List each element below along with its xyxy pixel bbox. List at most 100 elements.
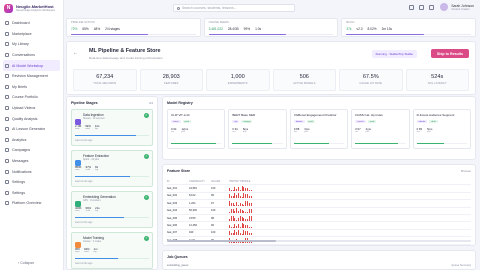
sparkline — [229, 186, 471, 192]
summary-value: 1.0s — [255, 27, 262, 31]
table-cell: 24,581 — [189, 187, 197, 191]
model-metrics: 0.91 acc 8ms p95 — [232, 127, 282, 133]
table-row[interactable]: feat_001 24,581 100 — [167, 185, 471, 193]
sliders-icon — [5, 190, 9, 195]
stage-progress-fill — [75, 258, 118, 260]
model-bar-fill — [232, 142, 272, 144]
stages-title: Pipeline Stages — [71, 101, 98, 105]
feature-store-title: Feature Store — [167, 169, 191, 173]
summary-values: 37k v2.3 8.02% 2m 13s — [346, 27, 471, 31]
history-sparkline — [229, 193, 471, 199]
sidebar-item[interactable]: Marketplace — [3, 29, 60, 40]
kpi-value: 28,903 — [162, 74, 180, 80]
spark-icon — [5, 127, 9, 132]
stage-footer: Last run 4m ago — [75, 180, 93, 183]
sidebar-item[interactable]: Dashboard — [3, 18, 60, 29]
sidebar-item[interactable]: Messages — [3, 156, 60, 167]
model-bar-fill — [293, 142, 330, 144]
summary-value: 72% — [71, 27, 78, 31]
model-card[interactable]: FAISS Cat. Hp Index search prod 0.97 rec 2ms p… — [351, 109, 410, 149]
model-tag: prod — [306, 120, 315, 124]
sidebar-item[interactable]: Platform Overview — [3, 198, 60, 209]
table-row[interactable]: feat_004 56,330 100 — [167, 208, 471, 215]
user-menu[interactable]: Sarah Johnson Content Creator — [440, 3, 474, 11]
spark-bar — [250, 233, 252, 236]
model-card[interactable]: BERT Base NER nlp staging 0.91 acc 8ms p95 — [228, 109, 287, 149]
search-input[interactable]: Search courses, students, lessons... — [173, 4, 295, 12]
sidebar-item-label: Analytics — [12, 137, 27, 142]
table-cell: 100 — [211, 231, 216, 235]
pipeline-stage[interactable]: Feature Extraction Spark · 24 jobs ✓ 850K ro… — [71, 150, 153, 187]
kpi-card: 67,234 TOTAL RECORDS — [73, 69, 137, 91]
model-metric: 8ms p95 — [242, 127, 249, 134]
sidebar-item[interactable]: My Library — [3, 39, 60, 50]
model-card[interactable]: XGBoost Engagement Predictor tabular prod 0… — [289, 109, 349, 149]
column-header[interactable]: CARDINALITY — [189, 180, 211, 183]
check-icon: ✓ — [144, 236, 149, 241]
stage-sub: Stream · 12 sources — [83, 117, 105, 120]
sidebar-item[interactable]: Upload Videos — [3, 103, 60, 114]
kpi-card: 524s AVG LATENCY — [405, 69, 469, 91]
sidebar-item[interactable]: Settings — [3, 188, 60, 199]
sidebar-item[interactable]: Revision Management — [3, 71, 60, 82]
pipeline-stage[interactable]: Embedding Generation GPU · 8 workers ✓ 420K… — [71, 191, 153, 228]
horizontal-scrollbar[interactable] — [167, 240, 471, 242]
pipeline-stage[interactable]: Data Ingestion Stream · 12 sources ✓ 2.1M ro… — [71, 109, 153, 146]
table-row[interactable]: feat_007 940 100 — [167, 230, 471, 238]
sidebar-item[interactable]: Quality Analysis — [3, 113, 60, 124]
mail-icon — [5, 159, 9, 164]
collapse-button[interactable]: ‹ Collapse — [18, 261, 34, 265]
stage-metric: 99% valid — [85, 124, 91, 130]
check-icon — [5, 116, 9, 121]
summary-value: 37k — [346, 27, 352, 31]
sidebar-item[interactable]: Notifications — [3, 166, 60, 177]
stage-metric: 97% valid — [85, 165, 92, 171]
model-tag: draft — [429, 120, 438, 124]
grid-icon[interactable] — [409, 5, 414, 10]
status-badge[interactable]: Running · Stable/Top Stable — [371, 50, 417, 58]
spark-bar — [250, 190, 252, 192]
summary-value: 28.4GB — [227, 27, 239, 31]
stage-metric-label: valid — [85, 169, 91, 171]
sidebar-item[interactable]: Settings — [3, 177, 60, 188]
kpi-label: ACTIVE MODELS — [293, 82, 316, 85]
search-icon — [176, 7, 180, 10]
model-card[interactable]: R-Forest Audience Segment tabular draft 0.8… — [412, 109, 472, 149]
column-header[interactable]: VALUES — [211, 180, 229, 183]
back-button[interactable]: ← — [73, 50, 78, 56]
queue-summary-link[interactable]: Queue Summary — [451, 264, 471, 267]
sidebar-item[interactable]: Campaigns — [3, 145, 60, 156]
model-card[interactable]: CLIP ViT-L/14 vision prod 0.94 acc 12ms p95 — [167, 109, 226, 149]
table-cell: feat_007 — [167, 231, 178, 235]
summary-bar — [346, 34, 472, 36]
table-row[interactable]: feat_006 12,456 96 — [167, 222, 471, 230]
column-header[interactable]: HISTORY PROFILE — [229, 180, 471, 183]
scrollbar-thumb[interactable] — [167, 240, 277, 242]
sidebar-item[interactable]: AI Model Workshop — [3, 60, 60, 71]
table-row[interactable]: feat_005 3,879 98 — [167, 215, 471, 223]
sidebar-item[interactable]: Course Portfolio — [3, 92, 60, 103]
sidebar-item[interactable]: AI Lesson Generator — [3, 124, 60, 135]
column-header[interactable]: ID — [167, 180, 189, 183]
store-icon — [5, 31, 9, 36]
sidebar-item[interactable]: Conversations — [3, 50, 60, 61]
pipeline-stage[interactable]: Model Training Cluster · 4 nodes ✓ 96K rows 9… — [71, 232, 153, 269]
stage-metric-label: valid — [83, 251, 89, 253]
stage-progress — [75, 258, 149, 260]
stage-progress-fill — [75, 176, 130, 178]
sparkline — [229, 230, 471, 236]
stage-progress — [75, 176, 149, 178]
sidebar-item[interactable]: Analytics — [3, 135, 60, 146]
table-row[interactable]: feat_003 1,204 97 — [167, 200, 471, 208]
deploy-button[interactable]: Ship to Results — [430, 49, 469, 58]
kpi-label: EXPERIMENTS — [227, 82, 248, 85]
table-cell: 100 — [211, 187, 216, 191]
page-title: ML Pipeline & Feature Store — [89, 48, 161, 54]
sidebar-item[interactable]: My Briefs — [3, 82, 60, 93]
bell-icon[interactable] — [419, 5, 424, 10]
table-row[interactable]: feat_002 8,102 99 — [167, 193, 471, 201]
brand[interactable]: N Neuglie-MarketHost Neural Edge Analyti… — [0, 0, 63, 16]
table-cell: 97 — [211, 201, 214, 205]
feature-store-meta[interactable]: Browse — [461, 169, 471, 173]
moon-icon[interactable] — [429, 5, 434, 10]
